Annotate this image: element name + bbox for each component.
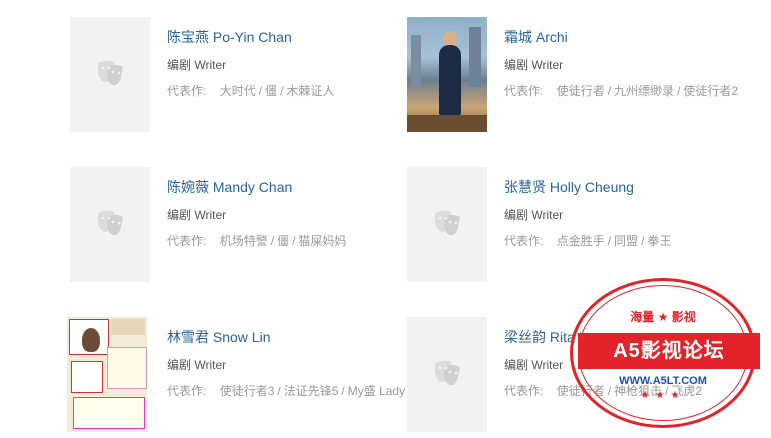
- photo-panel: [73, 397, 145, 429]
- person-name[interactable]: 陈婉薇 Mandy Chan: [167, 177, 292, 197]
- works-label: 代表作:: [504, 234, 544, 248]
- person-name[interactable]: 张慧贤 Holly Cheung: [504, 177, 634, 197]
- separator: /: [665, 384, 669, 398]
- person-role: 编剧 Writer: [167, 208, 227, 222]
- works-label: 代表作:: [504, 384, 544, 398]
- work-link[interactable]: 神枪狙击: [614, 384, 662, 398]
- person-photo[interactable]: [407, 17, 487, 132]
- separator: /: [258, 84, 263, 98]
- works-label: 代表作:: [167, 384, 207, 398]
- person-works: 代表作: 机场特警 / 僵 / 猫屎妈妈: [167, 231, 409, 252]
- photo-person-body: [439, 45, 461, 115]
- works-label: 代表作:: [167, 84, 207, 98]
- work-link[interactable]: 使徒行者3: [220, 384, 275, 398]
- person-card: 梁丝韵 Rita Leung 编剧 Writer 代表作: 使徒行者 / 神枪狙击 /…: [407, 317, 747, 432]
- separator: /: [270, 234, 275, 248]
- work-link[interactable]: My盛 Lady: [348, 384, 405, 398]
- person-role: 编剧 Writer: [504, 58, 564, 72]
- person-photo[interactable]: [67, 317, 147, 432]
- separator: /: [607, 384, 612, 398]
- person-works: 代表作: 大时代 / 僵 / 木棘证人: [167, 81, 409, 102]
- photo-panel: [107, 347, 147, 389]
- person-name[interactable]: 霜城 Archi: [504, 27, 568, 47]
- person-name[interactable]: 林雪君 Snow Lin: [167, 327, 270, 347]
- person-card: 陈婉薇 Mandy Chan 编剧 Writer 代表作: 机场特警 / 僵 / 猫屎妈…: [70, 167, 410, 282]
- work-link[interactable]: 木棘证人: [286, 84, 334, 98]
- work-link[interactable]: 使徒行者: [557, 84, 605, 98]
- theater-masks-icon: [435, 360, 460, 386]
- separator: /: [641, 234, 645, 248]
- person-photo-placeholder[interactable]: [70, 167, 150, 282]
- work-link[interactable]: 使徒行者: [557, 384, 605, 398]
- person-card: 张慧贤 Holly Cheung 编剧 Writer 代表作: 点金胜手 / 同盟 /…: [407, 167, 747, 282]
- work-link[interactable]: 僵: [265, 84, 277, 98]
- person-role: 编剧 Writer: [504, 358, 564, 372]
- person-card: 霜城 Archi 编剧 Writer 代表作: 使徒行者 / 九州缥缈录 / 使徒行者2: [407, 17, 747, 132]
- person-name[interactable]: 陈宝燕 Po-Yin Chan: [167, 27, 292, 47]
- work-link[interactable]: 飞虎2: [671, 384, 702, 398]
- person-photo-placeholder[interactable]: [407, 317, 487, 432]
- theater-masks-icon: [98, 60, 123, 86]
- photo-face: [82, 328, 100, 352]
- works-label: 代表作:: [504, 84, 544, 98]
- separator: /: [341, 384, 345, 398]
- person-role: 编剧 Writer: [504, 208, 564, 222]
- work-link[interactable]: 使徒行者2: [683, 84, 738, 98]
- work-link[interactable]: 大时代: [220, 84, 256, 98]
- work-link[interactable]: 九州缥缈录: [614, 84, 674, 98]
- photo-panel: [69, 319, 109, 355]
- person-card: 林雪君 Snow Lin 编剧 Writer 代表作: 使徒行者3/法证先锋5/…: [67, 317, 410, 432]
- works-label: 代表作:: [167, 234, 207, 248]
- person-role: 编剧 Writer: [167, 358, 227, 372]
- separator: /: [607, 234, 612, 248]
- person-photo-placeholder[interactable]: [407, 167, 487, 282]
- person-works: 代表作: 使徒行者 / 神枪狙击 / 飞虎2: [504, 381, 746, 402]
- work-link[interactable]: 僵: [277, 234, 289, 248]
- separator: /: [292, 234, 296, 248]
- photo-building: [411, 35, 421, 87]
- work-link[interactable]: 机场特警: [220, 234, 268, 248]
- work-link[interactable]: 同盟: [614, 234, 638, 248]
- person-card: 陈宝燕 Po-Yin Chan 编剧 Writer 代表作: 大时代 / 僵 / 木棘证…: [70, 17, 410, 132]
- theater-masks-icon: [435, 210, 460, 236]
- person-name[interactable]: 梁丝韵 Rita Leung: [504, 327, 618, 347]
- person-works: 代表作: 点金胜手 / 同盟 / 拳王: [504, 231, 746, 252]
- person-works: 代表作: 使徒行者3/法证先锋5/My盛 Lady: [167, 381, 409, 402]
- photo-panel: [111, 319, 145, 335]
- photo-panel: [71, 361, 103, 393]
- photo-building: [469, 27, 481, 87]
- theater-masks-icon: [98, 210, 123, 236]
- separator: /: [607, 84, 612, 98]
- separator: /: [280, 84, 284, 98]
- work-link[interactable]: 法证先锋5: [284, 384, 339, 398]
- work-link[interactable]: 猫屎妈妈: [298, 234, 346, 248]
- person-role: 编剧 Writer: [167, 58, 227, 72]
- photo-floor: [407, 115, 487, 132]
- separator: /: [277, 384, 281, 398]
- person-works: 代表作: 使徒行者 / 九州缥缈录 / 使徒行者2: [504, 81, 746, 102]
- work-link[interactable]: 点金胜手: [557, 234, 605, 248]
- separator: /: [677, 84, 681, 98]
- person-photo-placeholder[interactable]: [70, 17, 150, 132]
- work-link[interactable]: 拳王: [647, 234, 671, 248]
